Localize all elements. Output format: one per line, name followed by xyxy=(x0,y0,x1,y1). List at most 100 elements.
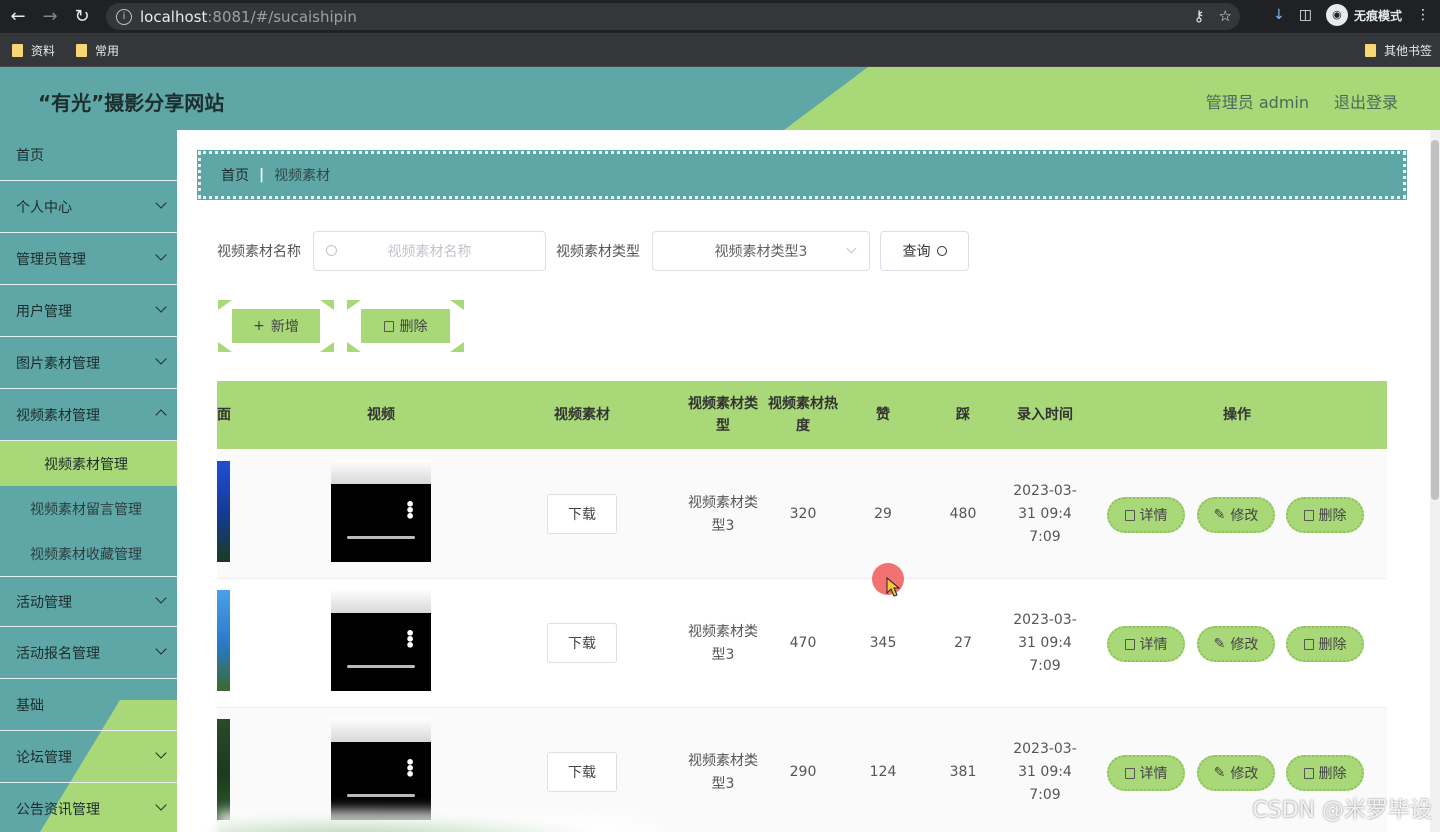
reload-icon[interactable]: ↻ xyxy=(68,3,96,31)
chevron-down-icon xyxy=(155,301,167,313)
sidebar-item-basic[interactable]: 基础 xyxy=(0,680,177,731)
sidebar-item-home[interactable]: 首页 xyxy=(0,130,177,181)
sidepanel-icon[interactable]: ◫ xyxy=(1299,7,1312,23)
more-icon[interactable]: • • • xyxy=(405,626,415,654)
sidebar-item-forum[interactable]: 论坛管理 xyxy=(0,732,177,783)
video-player[interactable]: • • • xyxy=(331,460,431,562)
download-icon[interactable]: ↓ xyxy=(1273,7,1285,23)
cell-like: 124 xyxy=(869,764,897,780)
edit-label: 修改 xyxy=(1230,766,1259,782)
sidebar-item-profile[interactable]: 个人中心 xyxy=(0,182,177,233)
download-button[interactable]: 下载 xyxy=(547,494,617,534)
batch-delete-button[interactable]: 删除 xyxy=(361,309,450,343)
plus-icon: + xyxy=(253,318,265,334)
incognito-indicator[interactable]: ◉ 无痕模式 xyxy=(1325,4,1402,26)
document-icon xyxy=(1124,767,1135,779)
delete-label: 删除 xyxy=(399,319,428,335)
video-player[interactable]: • • • xyxy=(331,718,431,820)
input-placeholder: 视频素材名称 xyxy=(387,244,472,260)
other-bookmarks[interactable]: 其他书签 xyxy=(1365,42,1432,59)
add-button[interactable]: + 新增 xyxy=(232,309,320,343)
edit-button[interactable]: ✎ 修改 xyxy=(1197,626,1275,662)
name-search-input[interactable]: 视频素材名称 xyxy=(313,231,546,271)
sidebar-item-signups[interactable]: 活动报名管理 xyxy=(0,628,177,679)
forward-icon[interactable]: → xyxy=(36,3,64,31)
browser-toolbar: ← → ↻ i localhost:8081/#/sucaishipin ⚷ ☆… xyxy=(0,0,1440,33)
sidebar-item-notices[interactable]: 公告资讯管理 xyxy=(0,784,177,832)
cell-type-text: 视频素材类型3 xyxy=(688,752,758,792)
col-heat: 视频素材热度 xyxy=(768,396,838,434)
folder-icon xyxy=(76,44,87,57)
menu-icon[interactable]: ⋮ xyxy=(1416,7,1430,23)
submenu-video-favorites[interactable]: 视频素材收藏管理 xyxy=(0,531,177,576)
trash-icon xyxy=(1303,638,1314,650)
delete-label: 删除 xyxy=(1318,508,1347,524)
breadcrumb-home[interactable]: 首页 xyxy=(221,165,249,185)
bookmark-folder[interactable]: 资料 xyxy=(12,42,55,59)
detail-button[interactable]: 详情 xyxy=(1107,755,1185,791)
sidebar-item-users[interactable]: 用户管理 xyxy=(0,286,177,337)
type-select[interactable]: 视频素材类型3 xyxy=(652,231,870,271)
site-info-icon[interactable]: i xyxy=(116,8,132,25)
cell-time: 2023-03-31 09:47:09 xyxy=(1013,741,1077,803)
row-delete-button[interactable]: 删除 xyxy=(1286,626,1364,662)
type-label: 视频素材类型 xyxy=(556,244,640,260)
submenu-video-manage[interactable]: 视频素材管理 xyxy=(0,441,177,486)
blurred-overlay xyxy=(217,810,657,832)
row-delete-button[interactable]: 删除 xyxy=(1286,755,1364,791)
edit-label: 修改 xyxy=(1230,637,1259,653)
incognito-icon: ◉ xyxy=(1325,4,1348,26)
document-icon xyxy=(1124,638,1135,650)
sidebar-item-label: 个人中心 xyxy=(16,200,72,216)
sidebar-item-activities[interactable]: 活动管理 xyxy=(0,576,177,627)
watermark: CSDN @米罗毕设 xyxy=(1252,798,1432,823)
row-delete-button[interactable]: 删除 xyxy=(1286,497,1364,533)
breadcrumb-current: 视频素材 xyxy=(274,168,331,184)
video-progress[interactable] xyxy=(347,794,415,797)
download-button[interactable]: 下载 xyxy=(547,623,617,663)
video-progress[interactable] xyxy=(347,536,415,539)
sidebar-item-label: 图片素材管理 xyxy=(16,356,100,372)
chevron-down-icon xyxy=(155,197,167,209)
edit-button[interactable]: ✎ 修改 xyxy=(1197,755,1275,791)
submenu-label: 视频素材管理 xyxy=(44,456,128,473)
edit-button[interactable]: ✎ 修改 xyxy=(1197,497,1275,533)
scrollbar-thumb[interactable] xyxy=(1431,140,1439,500)
download-button[interactable]: 下载 xyxy=(547,752,617,792)
video-header xyxy=(331,460,431,484)
cell-like: 29 xyxy=(874,506,892,522)
select-value: 视频素材类型3 xyxy=(714,244,808,260)
detail-button[interactable]: 详情 xyxy=(1107,626,1185,662)
query-button[interactable]: 查询 xyxy=(880,231,969,271)
col-ops: 操作 xyxy=(1223,407,1251,423)
sidebar-item-images[interactable]: 图片素材管理 xyxy=(0,338,177,389)
key-icon[interactable]: ⚷ xyxy=(1194,7,1205,25)
detail-button[interactable]: 详情 xyxy=(1107,497,1185,533)
table-header: 面 视频 视频素材 视频素材类型 视频素材热度 赞 踩 录入时间 操作 xyxy=(217,381,1387,449)
sidebar-item-label: 活动管理 xyxy=(16,594,72,611)
table-row: • • • 下载 视频素材类型3 320 29 480 2023-03-31 09:47:09 详… xyxy=(217,450,1387,579)
cursor-arrow-icon xyxy=(886,577,900,597)
video-player[interactable]: • • • xyxy=(331,589,431,691)
more-icon[interactable]: • • • xyxy=(405,755,415,783)
chevron-down-icon xyxy=(155,643,167,655)
bookmark-label: 常用 xyxy=(95,44,120,58)
row-image-thumbnail xyxy=(217,461,230,562)
logout-link[interactable]: 退出登录 xyxy=(1334,89,1398,113)
sidebar: 首页 个人中心 管理员管理 用户管理 图片素材管理 视频素材管理 视频素材管理 … xyxy=(0,130,177,832)
more-icon[interactable]: • • • xyxy=(405,497,415,525)
search-icon xyxy=(936,246,947,256)
video-progress[interactable] xyxy=(347,665,415,668)
cell-dislike: 480 xyxy=(949,506,977,522)
star-icon[interactable]: ☆ xyxy=(1219,7,1232,25)
sidebar-item-videos[interactable]: 视频素材管理 xyxy=(0,390,177,441)
back-icon[interactable]: ← xyxy=(4,3,32,31)
cell-time: 2023-03-31 09:47:09 xyxy=(1013,483,1077,545)
sidebar-item-admin[interactable]: 管理员管理 xyxy=(0,234,177,285)
submenu-video-comments[interactable]: 视频素材留言管理 xyxy=(0,486,177,531)
download-label: 下载 xyxy=(568,507,596,523)
bookmark-folder[interactable]: 常用 xyxy=(76,42,119,59)
address-bar[interactable]: i localhost:8081/#/sucaishipin ⚷ ☆ xyxy=(106,3,1240,30)
page-scrollbar[interactable] xyxy=(1430,130,1440,832)
cell-heat: 470 xyxy=(789,635,817,651)
